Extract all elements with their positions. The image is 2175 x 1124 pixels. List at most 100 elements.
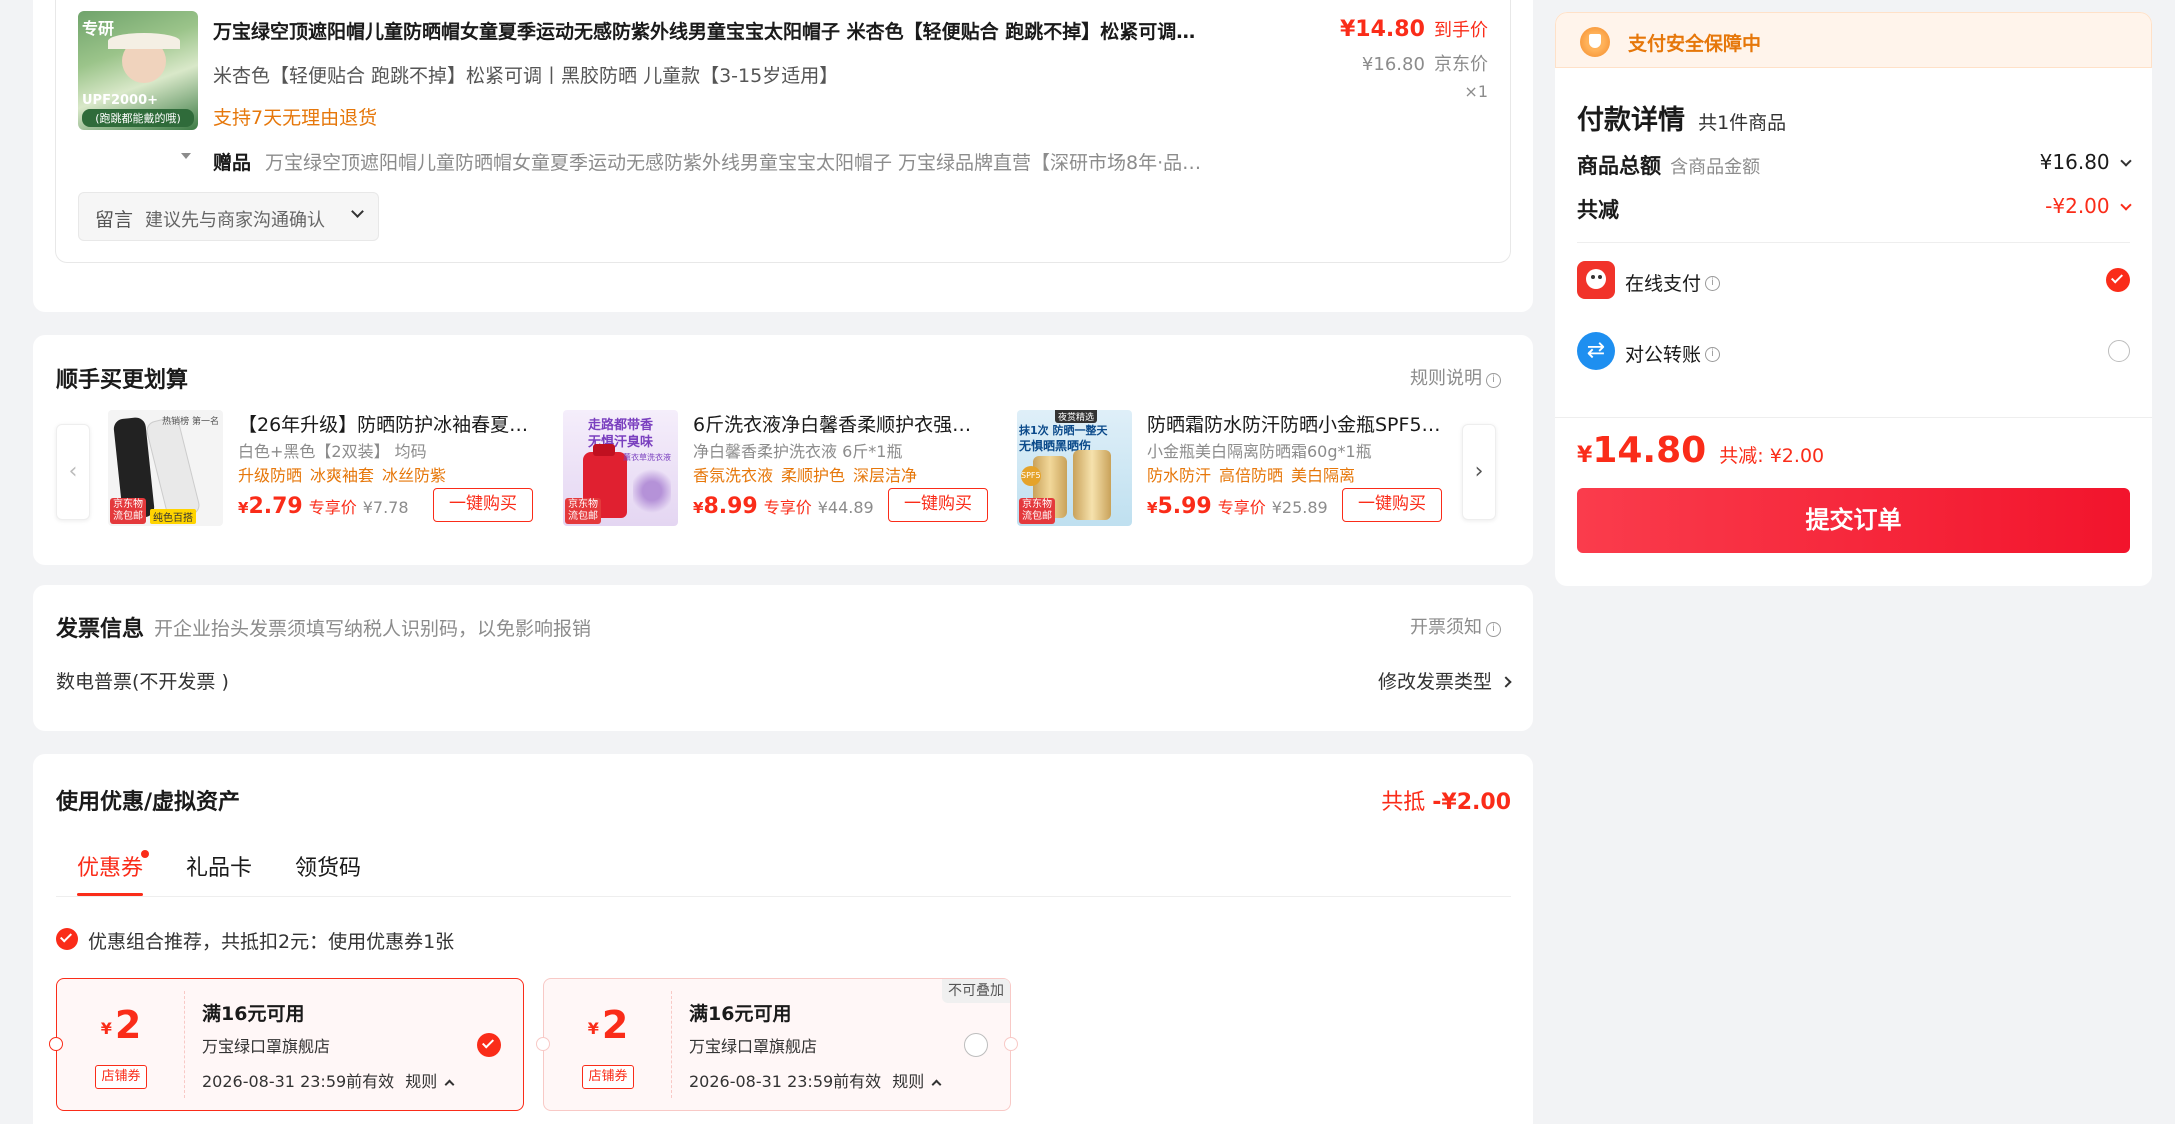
tab-gift-cards[interactable]: 礼品卡: [186, 850, 252, 882]
chevron-right-icon: [1500, 676, 1512, 688]
tab-label: 优惠券: [77, 856, 144, 881]
original-price: ¥25.89: [1271, 498, 1328, 517]
tab-coupons[interactable]: 优惠券: [77, 850, 150, 882]
tag: 美白隔离: [1291, 466, 1356, 485]
total-value-toggle[interactable]: ¥16.80: [2039, 150, 2132, 174]
payment-method-label: 对公转账: [1625, 344, 1702, 366]
addon-product-spec: 白色+黑色【2双装】 均码: [238, 442, 427, 461]
thumb-visor: [108, 33, 180, 49]
coupon-card-item[interactable]: 不可叠加 ¥2 店铺券 满16元可用 万宝绿口罩旗舰店 2026-08-31 2…: [536, 978, 1018, 1111]
coupon-rules-link[interactable]: 规则: [892, 1072, 942, 1091]
thumb-caption: (跑跳都能戴的哦): [82, 109, 194, 127]
rules-link[interactable]: 规则说明 i: [1410, 364, 1501, 390]
quick-buy-button[interactable]: 一键购买: [888, 488, 988, 522]
submit-order-button[interactable]: 提交订单: [1577, 488, 2130, 553]
tab-redeem-codes[interactable]: 领货码: [295, 850, 361, 882]
check-icon: [481, 1036, 495, 1049]
coupon-unselected-radio[interactable]: [964, 1033, 988, 1057]
price-value: 5.99: [1157, 494, 1212, 519]
total-value: ¥16.80: [2039, 150, 2110, 174]
security-text: 支付安全保障中: [1628, 33, 1762, 55]
addon-product-name[interactable]: 防晒霜防水防汗防晒小金瓶SPF5…: [1147, 410, 1442, 437]
addon-product-3-image[interactable]: 夜赏精选 抹1次 防晒一整天 无惧晒黑晒伤 SPF50+ 京东物流包邮: [1017, 410, 1132, 526]
addon-product-name[interactable]: 6斤洗衣液净白馨香柔顺护衣强力…: [693, 410, 988, 437]
modify-invoice-link[interactable]: 修改发票类型: [1378, 667, 1512, 694]
message-box[interactable]: 留言 建议先与商家沟通确认: [78, 192, 379, 241]
tag: 升级防晒: [238, 466, 303, 485]
radio-selected[interactable]: [2106, 268, 2130, 292]
chevron-up-icon: [931, 1079, 942, 1090]
gift-toggle-icon[interactable]: [181, 153, 191, 159]
recommend-checkbox[interactable]: [56, 928, 78, 950]
currency-symbol: ¥: [1147, 499, 1158, 517]
discount-value: -¥2.00: [2045, 194, 2110, 218]
addon-product-name[interactable]: 【26年升级】防晒防护冰袖春夏…: [238, 410, 533, 437]
info-icon: i: [1486, 373, 1501, 388]
coupon-expiry-text: 2026-08-31 23:59前有效: [689, 1072, 882, 1091]
invoice-card: [33, 585, 1533, 731]
coupon-divider: [184, 991, 185, 1098]
info-icon: i: [1486, 622, 1501, 637]
coupon-expiry-text: 2026-08-31 23:59前有效: [202, 1072, 395, 1091]
price-label: 专享价: [763, 498, 812, 517]
coupon-shop: 万宝绿口罩旗舰店: [202, 1037, 331, 1056]
payment-item-count: 共1件商品: [1698, 112, 1787, 134]
coupon-total-value: -¥2.00: [1432, 790, 1511, 815]
img-top-text: 抹1次 防晒一整天: [1019, 424, 1108, 437]
discount-row: 共减 -¥2.00: [1577, 194, 2132, 224]
payment-method-online[interactable]: 在线支付 i: [1577, 259, 2130, 303]
coupon-expiry: 2026-08-31 23:59前有效 规则: [202, 1068, 455, 1092]
rules-link-label: 规则说明: [1410, 368, 1482, 389]
invoice-notice-link[interactable]: 开票须知 i: [1410, 613, 1501, 639]
tag: 香氛洗衣液: [693, 466, 774, 485]
coupon-type-badge: 店铺券: [95, 1065, 147, 1089]
total-row: 商品总额 含商品金额 ¥16.80: [1577, 150, 2132, 180]
gift-label: 赠品: [213, 152, 252, 174]
addon-product-3[interactable]: 夜赏精选 抹1次 防晒一整天 无惧晒黑晒伤 SPF50+ 京东物流包邮 防晒霜防…: [1017, 410, 1467, 528]
detergent-cap: [593, 444, 615, 456]
coupon-amount: ¥2: [544, 1003, 672, 1047]
thumb-badge: UPF2000+: [82, 93, 159, 108]
total-label: 商品总额: [1577, 154, 1661, 178]
coupon-rules-label: 规则: [892, 1072, 925, 1091]
discount-value-toggle[interactable]: -¥2.00: [2045, 194, 2132, 218]
img-badge: 京东物流包邮: [565, 498, 601, 524]
product-title[interactable]: 万宝绿空顶遮阳帽儿童防晒帽女童夏季运动无感防紫外线男童宝宝太阳帽子 米杏色【轻便…: [213, 17, 1253, 44]
message-label: 留言: [95, 209, 134, 231]
radio-unselected[interactable]: [2108, 340, 2130, 362]
info-icon[interactable]: i: [1705, 347, 1720, 362]
coupon-card-item[interactable]: ¥2 店铺券 满16元可用 万宝绿口罩旗舰店 2026-08-31 23:59前…: [49, 978, 524, 1111]
quick-buy-button[interactable]: 一键购买: [433, 488, 533, 522]
price-value: 2.79: [248, 494, 303, 519]
price-label: 专享价: [308, 498, 357, 517]
carousel-next-button[interactable]: ›: [1462, 424, 1496, 520]
coupon-notch: [1004, 1037, 1018, 1051]
quick-buy-button[interactable]: 一键购买: [1342, 488, 1442, 522]
chevron-left-icon: ‹: [68, 459, 78, 484]
addon-product-2[interactable]: 走路都带香 无惧汗臭味 薰衣草洗衣液 京东物流包邮 6斤洗衣液净白馨香柔顺护衣强…: [563, 410, 1013, 528]
addon-product-1[interactable]: 热销榜 第一名 京东物流包邮 纯色百搭 【26年升级】防晒防护冰袖春夏… 白色+…: [108, 410, 558, 528]
carousel-prev-button[interactable]: ‹: [56, 424, 90, 520]
panel-divider: [1555, 417, 2152, 418]
payment-method-transfer[interactable]: ⇄ 对公转账 i: [1577, 330, 2130, 374]
img-badge: 京东物流包邮: [110, 498, 146, 524]
chevron-up-icon: [444, 1079, 455, 1090]
coupon-selected-check[interactable]: [477, 1033, 501, 1057]
gift-text[interactable]: 万宝绿空顶遮阳帽儿童防晒帽女童夏季运动无感防紫外线男童宝宝太阳帽子 万宝绿品牌直…: [265, 148, 1255, 175]
order-item-box: 专研 UPF2000+ (跑跳都能戴的哦) 万宝绿空顶遮阳帽儿童防晒帽女童夏季运…: [55, 0, 1511, 263]
tag: 柔顺护色: [781, 466, 846, 485]
addon-product-price: ¥2.79 专享价 ¥7.78: [238, 494, 409, 519]
coupon-rules-link[interactable]: 规则: [405, 1072, 455, 1091]
price-label: 专享价: [1217, 498, 1266, 517]
info-icon[interactable]: i: [1705, 276, 1720, 291]
discount-label: 共减: [1577, 198, 1619, 222]
product-thumbnail[interactable]: 专研 UPF2000+ (跑跳都能戴的哦): [78, 11, 198, 130]
security-bar: 支付安全保障中: [1555, 12, 2152, 68]
addon-product-2-image[interactable]: 走路都带香 无惧汗臭味 薰衣草洗衣液 京东物流包邮: [563, 410, 678, 526]
addon-product-1-image[interactable]: 热销榜 第一名 京东物流包邮 纯色百搭: [108, 410, 223, 526]
original-price: ¥44.89: [817, 498, 874, 517]
addon-product-tags: 防水防汗 高倍防晒 美白隔离: [1147, 462, 1363, 486]
tag: 防水防汗: [1147, 466, 1212, 485]
payment-panel: 支付安全保障中 付款详情 共1件商品 商品总额 含商品金额 ¥16.80 共减 …: [1555, 12, 2152, 586]
coupon-amount: ¥2: [57, 1003, 185, 1047]
